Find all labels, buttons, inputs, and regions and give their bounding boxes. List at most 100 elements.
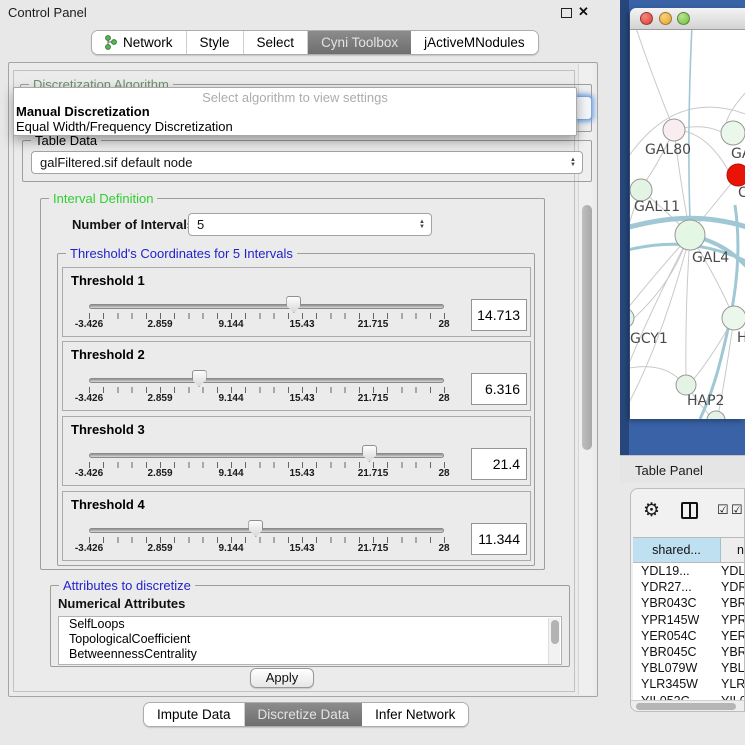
table-row[interactable]: YBR045CYBR0 bbox=[633, 644, 745, 660]
tab-network[interactable]: Network bbox=[92, 31, 187, 54]
network-window: GAL80 GA C GAL11 GAL4 GCY1 H HAP2 bbox=[630, 8, 745, 419]
node-gal4 bbox=[675, 220, 705, 250]
control-panel-titlebar: Control Panel ✕ bbox=[0, 0, 620, 24]
threshold-3-value-field[interactable] bbox=[471, 448, 527, 480]
tab-discretize-data[interactable]: Discretize Data bbox=[245, 703, 363, 726]
table-panel-title: Table Panel bbox=[635, 463, 703, 478]
threshold-1-panel: Threshold 1 -3.4262.8599.14415.4321.7152… bbox=[62, 267, 531, 337]
table-data-group: Table Data galFiltered.sif default node … bbox=[22, 140, 592, 182]
table-row[interactable]: YPR145WYPR1 bbox=[633, 612, 745, 628]
node-label: GAL80 bbox=[645, 142, 691, 158]
threshold-1-slider-track[interactable] bbox=[89, 304, 444, 309]
node-label: GCY1 bbox=[630, 331, 668, 347]
threshold-2-panel: Threshold 2 -3.4262.8599.14415.4321.7152… bbox=[62, 341, 531, 411]
table-scrollbar-thumb[interactable] bbox=[636, 703, 736, 710]
node-label: HAP2 bbox=[687, 393, 724, 409]
tab-style[interactable]: Style bbox=[187, 31, 244, 54]
threshold-4-value-field[interactable] bbox=[471, 523, 527, 555]
table-row[interactable]: YBR043CYBR0 bbox=[633, 595, 745, 611]
list-item[interactable]: TopologicalCoefficient bbox=[59, 632, 561, 647]
node-label: H bbox=[737, 330, 745, 346]
node-top-right bbox=[721, 121, 745, 145]
threshold-2-label: Threshold 2 bbox=[71, 347, 145, 362]
zoom-traffic-light[interactable] bbox=[677, 12, 690, 25]
number-of-intervals-label: Number of Intervals bbox=[72, 217, 194, 232]
table-row[interactable]: YBL079WYBL0 bbox=[633, 660, 745, 676]
numerical-attributes-list[interactable]: SelfLoops TopologicalCoefficient Between… bbox=[58, 616, 562, 665]
table-row[interactable]: YDL19...YDL1 bbox=[633, 563, 745, 579]
table-row[interactable]: YER054CYER0 bbox=[633, 628, 745, 644]
bottom-tab-bar: Impute Data Discretize Data Infer Networ… bbox=[143, 702, 469, 727]
numerical-attributes-label: Numerical Attributes bbox=[58, 596, 185, 611]
close-icon[interactable]: ✕ bbox=[578, 4, 589, 20]
combo-arrows-icon: ▲▼ bbox=[419, 220, 425, 230]
algorithm-dropdown-popup: Select algorithm to view settings Manual… bbox=[13, 87, 577, 136]
table-row[interactable]: YDR27...YDR2 bbox=[633, 579, 745, 595]
network-canvas[interactable]: GAL80 GA C GAL11 GAL4 GCY1 H HAP2 bbox=[630, 30, 745, 419]
node-table: shared... n YDL19...YDL1 YDR27...YDR2 YB… bbox=[633, 537, 745, 709]
column-header-shared-name[interactable]: shared... bbox=[633, 538, 721, 562]
threshold-3-panel: Threshold 3 -3.4262.8599.14415.4321.7152… bbox=[62, 416, 531, 486]
split-columns-icon[interactable] bbox=[681, 502, 698, 519]
combo-arrows-icon: ▲▼ bbox=[570, 158, 576, 168]
slider-tick-labels: -3.4262.8599.14415.4321.71528 bbox=[89, 543, 444, 555]
threshold-4-slider-thumb[interactable] bbox=[248, 520, 263, 537]
threshold-4-label: Threshold 4 bbox=[71, 497, 145, 512]
network-window-titlebar bbox=[630, 8, 745, 30]
panel-scrollbar-thumb[interactable] bbox=[582, 205, 592, 450]
checkbox-icon[interactable]: ☑ bbox=[717, 502, 729, 518]
table-data-combo[interactable]: galFiltered.sif default node ▲▼ bbox=[31, 151, 583, 174]
node-h bbox=[722, 306, 745, 330]
checkbox-icon[interactable]: ☑ bbox=[731, 502, 743, 518]
table-row[interactable]: YLR345WYLR3 bbox=[633, 676, 745, 692]
threshold-3-slider-thumb[interactable] bbox=[362, 445, 377, 462]
threshold-3-slider-track[interactable] bbox=[89, 453, 444, 458]
column-header-name[interactable]: n bbox=[721, 538, 745, 562]
tab-infer-network[interactable]: Infer Network bbox=[362, 703, 468, 726]
node-hap2 bbox=[676, 375, 696, 395]
node-label: GA bbox=[731, 146, 745, 162]
apply-button[interactable]: Apply bbox=[250, 668, 314, 688]
attributes-group-title: Attributes to discretize bbox=[59, 578, 195, 593]
table-horizontal-scrollbar[interactable] bbox=[631, 700, 744, 711]
table-toolbar: ⚙ ☑ ☑ bbox=[631, 489, 744, 535]
slider-tick-labels: -3.4262.8599.14415.4321.71528 bbox=[89, 319, 444, 331]
slider-tick-labels: -3.4262.8599.14415.4321.71528 bbox=[89, 468, 444, 480]
threshold-1-value-field[interactable] bbox=[471, 299, 527, 331]
threshold-1-label: Threshold 1 bbox=[71, 273, 145, 288]
table-panel: ⚙ ☑ ☑ shared... n YDL19...YDL1 YDR27...Y… bbox=[630, 488, 745, 712]
float-window-icon[interactable] bbox=[561, 8, 572, 18]
list-item[interactable]: BetweennessCentrality bbox=[59, 647, 561, 662]
node-label: GAL11 bbox=[634, 199, 680, 215]
tab-select[interactable]: Select bbox=[244, 31, 309, 54]
threshold-2-slider-thumb[interactable] bbox=[192, 370, 207, 387]
number-of-intervals-combo[interactable]: 5 ▲▼ bbox=[188, 213, 432, 236]
minimize-traffic-light[interactable] bbox=[659, 12, 672, 25]
dropdown-item-manual[interactable]: Manual Discretization bbox=[14, 104, 576, 119]
threshold-1-slider-thumb[interactable] bbox=[286, 296, 301, 313]
tab-impute-data[interactable]: Impute Data bbox=[144, 703, 245, 726]
threshold-4-slider-track[interactable] bbox=[89, 528, 444, 533]
dropdown-prompt: Select algorithm to view settings bbox=[14, 88, 576, 104]
desktop-edge bbox=[620, 0, 629, 455]
table-panel-header: Table Panel bbox=[620, 455, 745, 483]
table-header-row: shared... n bbox=[633, 537, 745, 563]
close-traffic-light[interactable] bbox=[640, 12, 653, 25]
network-icon bbox=[105, 35, 117, 50]
list-scrollbar[interactable] bbox=[548, 618, 560, 665]
tab-jactivemnodules[interactable]: jActiveMNodules bbox=[411, 31, 538, 54]
top-tab-bar: Network Style Select Cyni Toolbox jActiv… bbox=[91, 30, 539, 55]
node-label: GAL4 bbox=[692, 250, 729, 266]
slider-tick-labels: -3.4262.8599.14415.4321.71528 bbox=[89, 393, 444, 405]
list-item[interactable]: SelfLoops bbox=[59, 617, 561, 632]
gear-icon[interactable]: ⚙ bbox=[643, 499, 660, 522]
tab-cyni-toolbox[interactable]: Cyni Toolbox bbox=[308, 31, 411, 54]
dropdown-item-equal-width[interactable]: Equal Width/Frequency Discretization bbox=[14, 119, 576, 134]
node-label: C bbox=[738, 185, 745, 201]
node-red bbox=[727, 164, 745, 186]
threshold-2-value-field[interactable] bbox=[471, 373, 527, 405]
panel-title: Control Panel bbox=[8, 5, 87, 20]
threshold-2-slider-track[interactable] bbox=[89, 378, 444, 383]
interval-definition-title: Interval Definition bbox=[49, 191, 157, 206]
cytoscape-desktop: GAL80 GA C GAL11 GAL4 GCY1 H HAP2 bbox=[620, 0, 745, 455]
